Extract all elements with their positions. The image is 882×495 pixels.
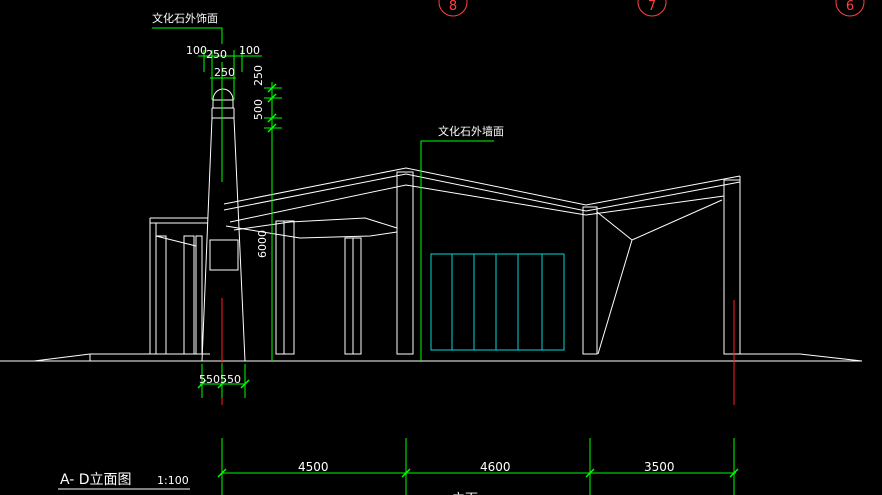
drawing-title: A- D立面图 [60, 472, 132, 488]
dim-span-1: 4500 [298, 460, 329, 474]
drawing-scale: 1:100 [157, 474, 189, 487]
wall-material-note: 文化石外墙面 [438, 124, 504, 138]
dim-top-lower: 250 [214, 66, 235, 79]
dim-base-widths: 550550 [199, 373, 241, 386]
glazing-panel [430, 253, 565, 351]
elevation-drawing: 8 7 6 文化石外饰面 文化石外墙面 100 250 100 250 250 … [0, 0, 865, 495]
dim-vertical-height: 6000 [256, 230, 269, 258]
wing-bracing [596, 199, 723, 355]
axis-label-6: 6 [846, 0, 854, 14]
stone-tower [201, 88, 246, 362]
dimension-ticks [197, 83, 739, 478]
dim-top-mid: 250 [206, 48, 227, 61]
dim-vertical-top: 250 [252, 65, 265, 86]
dim-span-2: 4600 [480, 460, 511, 474]
dim-top-left: 100 [186, 44, 207, 57]
axis-label-8: 8 [449, 0, 457, 14]
dim-vertical-mid: 500 [252, 99, 265, 120]
axis-lines [221, 298, 735, 405]
dimension-lines [152, 27, 736, 495]
tower-cross-band [209, 239, 239, 271]
tower-material-note: 文化石外饰面 [152, 11, 218, 25]
dim-span-3: 3500 [644, 460, 675, 474]
axis-label-7: 7 [648, 0, 656, 14]
dim-top-right: 100 [239, 44, 260, 57]
ground-line [0, 353, 863, 362]
